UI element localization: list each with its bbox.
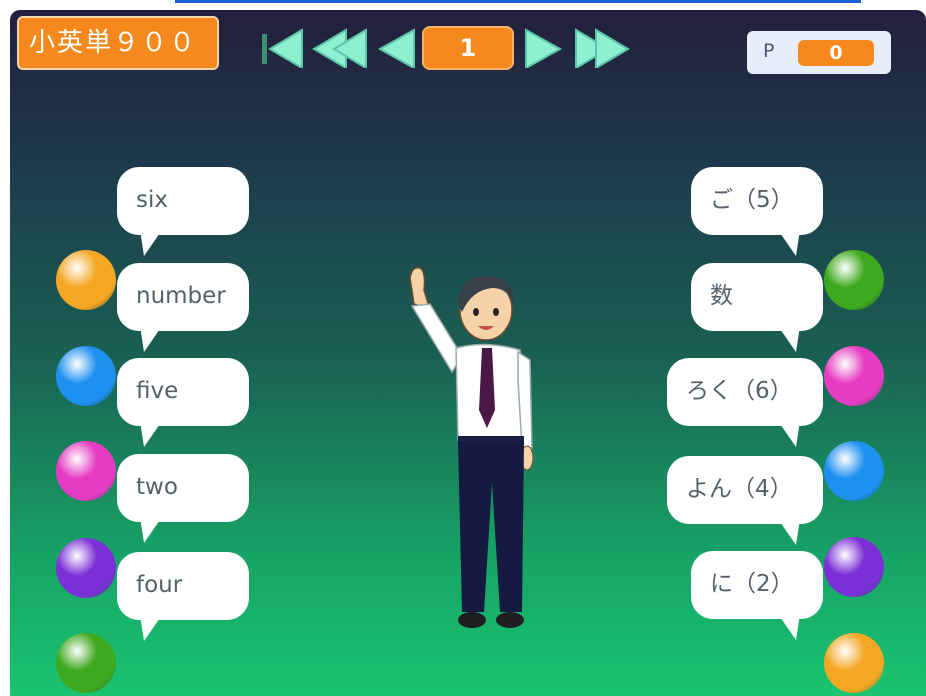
- english-word-bubble[interactable]: two: [116, 453, 250, 547]
- japanese-word-bubble[interactable]: ご（5）: [690, 166, 824, 260]
- first-page-icon[interactable]: [260, 28, 308, 68]
- english-word: four: [136, 572, 183, 598]
- ball-right-4[interactable]: [824, 537, 884, 597]
- points-label: P: [763, 40, 775, 62]
- page-number: 1: [422, 26, 514, 70]
- english-word: six: [136, 187, 168, 213]
- fast-forward-icon[interactable]: [572, 28, 632, 68]
- english-word-bubble[interactable]: four: [116, 551, 250, 645]
- english-word-bubble[interactable]: six: [116, 166, 250, 260]
- english-word-bubble[interactable]: five: [116, 357, 250, 451]
- rewind-icon[interactable]: [310, 28, 370, 68]
- japanese-word-bubble[interactable]: ろく（6）: [666, 357, 824, 451]
- japanese-word: に（2）: [710, 571, 794, 597]
- japanese-word-bubble[interactable]: よん（4）: [666, 455, 824, 549]
- japanese-word-bubble[interactable]: に（2）: [690, 550, 824, 644]
- ball-right-2[interactable]: [824, 346, 884, 406]
- english-word-bubble[interactable]: number: [116, 262, 250, 356]
- ball-left-4[interactable]: [56, 538, 116, 598]
- ball-left-5[interactable]: [56, 633, 116, 693]
- points-display: P 0: [747, 31, 891, 74]
- ball-left-1[interactable]: [56, 250, 116, 310]
- japanese-word-bubble[interactable]: 数: [690, 262, 824, 356]
- japanese-word: ご（5）: [710, 187, 794, 213]
- ball-left-2[interactable]: [56, 346, 116, 406]
- app-title: 小英単９００: [17, 16, 219, 70]
- top-accent-line: [175, 0, 861, 3]
- ball-right-1[interactable]: [824, 250, 884, 310]
- next-icon[interactable]: [522, 28, 566, 68]
- english-word: two: [136, 474, 178, 500]
- japanese-word: よん（4）: [686, 476, 793, 502]
- japanese-word: ろく（6）: [686, 378, 793, 404]
- english-word: five: [136, 378, 179, 404]
- ball-right-3[interactable]: [824, 441, 884, 501]
- english-word: number: [136, 283, 226, 309]
- points-value: 0: [798, 40, 874, 66]
- ball-right-5[interactable]: [824, 633, 884, 693]
- ball-left-3[interactable]: [56, 441, 116, 501]
- previous-icon[interactable]: [374, 28, 418, 68]
- japanese-word: 数: [710, 283, 733, 309]
- teacher-character: [409, 266, 534, 628]
- game-stage: 小英単９００ 1 P 0 six number five two four ご（…: [10, 10, 926, 696]
